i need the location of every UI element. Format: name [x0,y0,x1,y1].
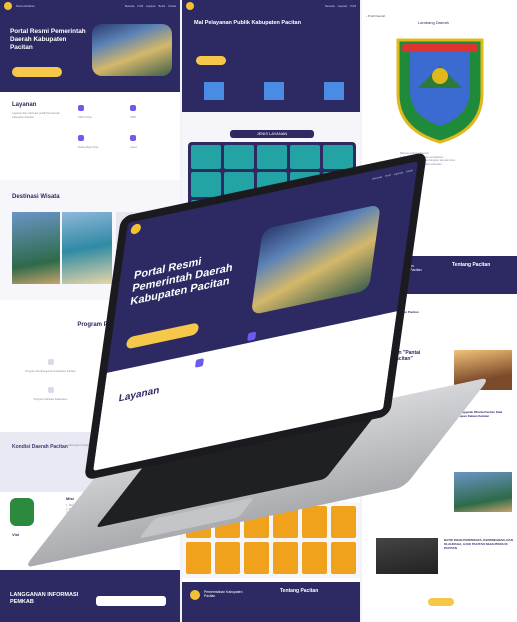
logo-icon [190,590,200,600]
langganan-section: LANGGANAN INFORMASI PEMKAB [0,570,180,622]
email-input[interactable] [96,596,166,606]
kondisi-title: Kondisi Daerah Pacitan [12,444,68,450]
hero-image [92,24,172,76]
mpp-hero: Beranda Layanan Profil Mal Pelayanan Publi… [182,0,360,112]
hero-search-button[interactable] [12,67,62,77]
mpp-title: Mal Pelayanan Publik Kabupaten Pacitan [194,20,301,26]
misi-title: Misi [66,496,74,501]
back-link[interactable]: ‹ Profil Daerah [366,14,385,18]
nav-items: Beranda Profil Layanan Berita Kontak [124,4,176,8]
load-more-button[interactable] [428,598,454,606]
layanan-item[interactable]: Ruang Rapt Pujiu [78,128,122,150]
nav-brand: Pemerintahan [16,4,35,8]
layanan-item[interactable]: PPID [130,98,174,120]
jenis-layanan-title: JENIS LAYANAN [230,130,314,138]
footer-title: Pemerintahan Kabupaten Pacitan [204,590,243,598]
service-icon [130,105,136,111]
service-icon[interactable] [247,331,257,342]
footer-tentang: Tentang Pacitan [280,588,319,594]
program-item[interactable]: Program Pembangunan Kabupaten Pacitan [8,352,93,374]
building-icon [264,82,284,100]
program-item[interactable]: Program Hilirisasi Kabupaten [8,380,93,402]
emblem-icon [10,498,34,526]
laptop-mockup: Beranda Profil Layanan Berita Portal Resmi … [24,151,490,568]
langganan-title: LANGGANAN INFORMASI PEMKAB [10,592,79,605]
mpp-cta-button[interactable] [196,56,226,65]
building-icon [204,82,224,100]
visi-title: Visi [12,532,20,537]
service-icon[interactable] [194,358,205,368]
logo-icon [4,2,12,10]
destinasi-card[interactable] [12,212,60,284]
service-icon [78,134,84,141]
logo-icon [186,2,194,10]
laptop-hero-image [250,204,381,316]
left-navbar: Pemerintahan Beranda Profil Layanan Berita K… [0,0,180,12]
layanan-item[interactable]: Lapor! [130,128,174,150]
laptop-layanan-title: Layanan [117,384,161,405]
lambang-title: Lambang Daerah [418,20,449,25]
laptop-hero-title: Portal Resmi Pemerintah Daerah Kabupaten… [129,255,234,308]
mid-footer: Pemerintahan Kabupaten Pacitan Tentang P… [182,582,360,622]
mid-navbar: Beranda Layanan Profil [182,0,360,12]
layanan-section: Layanan Layanan dan informasi publik Pem… [0,92,180,180]
service-icon [130,134,136,141]
service-icon [78,105,84,111]
hero-title: Portal Resmi Pemerintah Daerah Kabupaten… [10,28,86,51]
lambang-emblem-icon [396,38,484,144]
logo-icon [130,222,142,236]
left-hero: Pemerintahan Beranda Profil Layanan Berita K… [0,0,180,92]
building-icon [324,82,344,100]
layanan-item[interactable]: SKM Online [78,98,122,120]
laptop-search-button[interactable] [125,322,200,350]
